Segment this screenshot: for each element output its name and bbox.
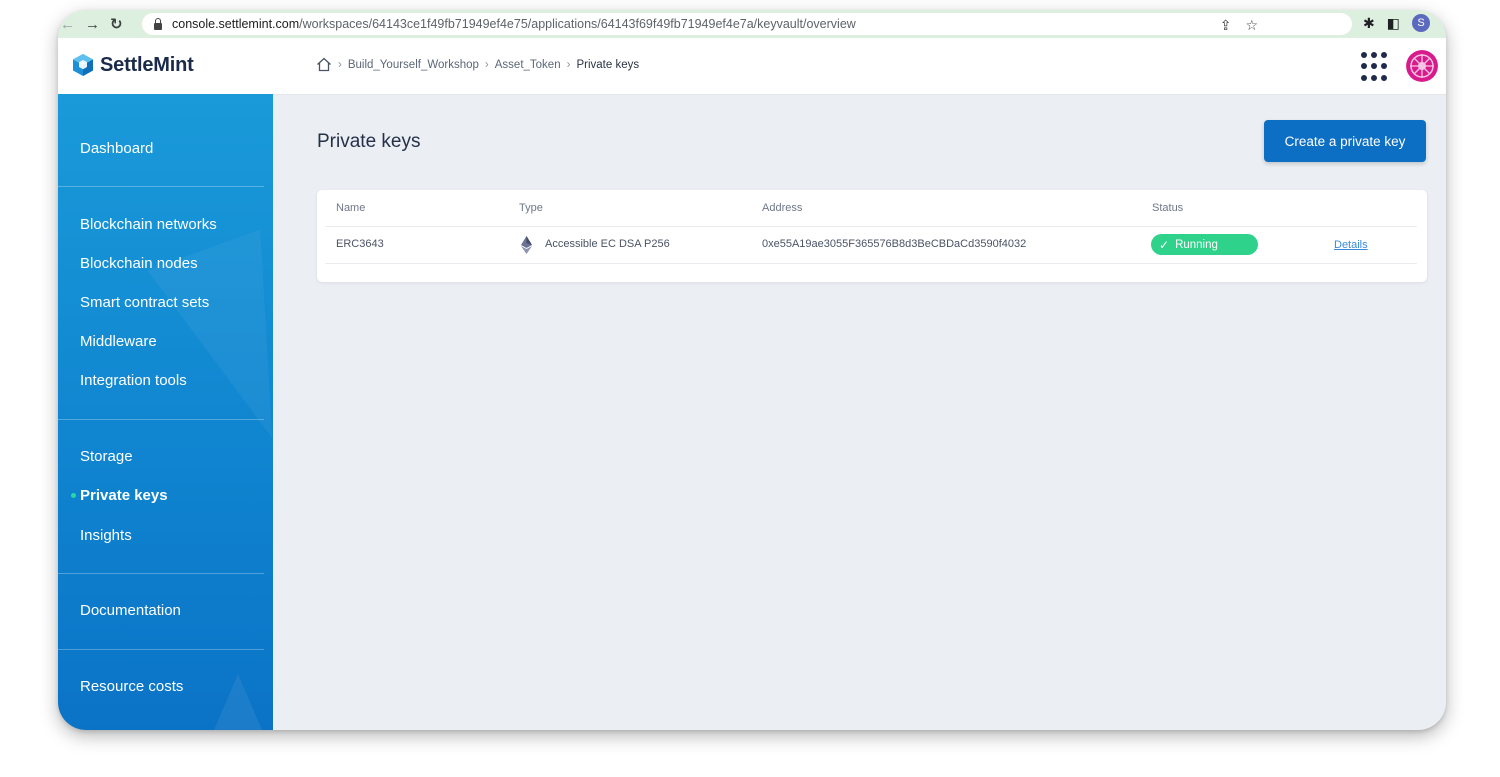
- key-type: Accessible EC DSA P256: [545, 238, 670, 250]
- column-header-name: Name: [336, 202, 366, 214]
- column-header-type: Type: [519, 202, 543, 214]
- column-header-address: Address: [762, 202, 803, 214]
- bookmark-star-icon[interactable]: ☆: [1245, 17, 1258, 34]
- status-badge: ✓ Running: [1151, 234, 1258, 255]
- sidebar-item-middleware[interactable]: Middleware: [80, 333, 157, 350]
- check-icon: ✓: [1159, 237, 1170, 252]
- sidebar-item-documentation[interactable]: Documentation: [80, 602, 181, 619]
- app-window: ← → ↻ console.settlemint.com/workspaces/…: [58, 10, 1446, 730]
- address-bar-actions: ⇪ ☆: [1220, 17, 1258, 34]
- settlemint-logo[interactable]: SettleMint: [72, 53, 194, 77]
- back-icon[interactable]: ←: [60, 17, 75, 32]
- sidebar-divider: [58, 649, 264, 650]
- url-text[interactable]: console.settlemint.com/workspaces/64143c…: [172, 17, 856, 31]
- details-link[interactable]: Details: [1334, 239, 1368, 251]
- sidebar-item-storage[interactable]: Storage: [80, 448, 133, 465]
- logo-text: SettleMint: [100, 53, 194, 76]
- reload-icon[interactable]: ↻: [110, 17, 123, 32]
- browser-toolbar: ← → ↻ console.settlemint.com/workspaces/…: [58, 10, 1446, 38]
- sidebar-item-private-keys[interactable]: Private keys: [80, 487, 168, 504]
- lock-icon: [154, 17, 162, 30]
- sidebar-divider: [58, 186, 264, 187]
- sidebar-item-insights[interactable]: Insights: [80, 527, 132, 544]
- table-row[interactable]: ERC3643 Accessible EC DSA P256 0xe55A19a…: [325, 227, 1417, 264]
- home-icon[interactable]: [316, 57, 332, 72]
- breadcrumb-separator: ›: [338, 58, 342, 71]
- sidebar-divider: [58, 419, 264, 420]
- profile-avatar[interactable]: S: [1412, 14, 1430, 32]
- side-panel-icon[interactable]: ◧: [1387, 15, 1400, 32]
- ethereum-icon: [521, 236, 532, 254]
- key-name: ERC3643: [336, 238, 384, 250]
- column-header-status: Status: [1152, 202, 1184, 214]
- extensions-puzzle-icon[interactable]: ✱: [1363, 15, 1375, 32]
- breadcrumb-application[interactable]: Asset_Token: [495, 59, 561, 71]
- app-header: SettleMint › Build_Yourself_Workshop › A…: [58, 38, 1446, 95]
- breadcrumb-separator: ›: [566, 58, 571, 71]
- active-indicator-dot: [71, 493, 76, 498]
- breadcrumb-current: Private keys: [576, 58, 640, 71]
- sidebar-item-resource-costs[interactable]: Resource costs: [80, 678, 183, 695]
- sidebar-divider: [58, 573, 264, 574]
- breadcrumb: › Build_Yourself_Workshop › Asset_Token …: [316, 57, 639, 72]
- browser-right-actions: ✱ ◧ S: [1363, 14, 1430, 32]
- sidebar-item-integration-tools[interactable]: Integration tools: [80, 372, 187, 389]
- sidebar-item-blockchain-nodes[interactable]: Blockchain nodes: [80, 255, 198, 272]
- settlemint-cube-icon: [73, 54, 93, 76]
- page-title: Private keys: [317, 131, 421, 152]
- status-text: Running: [1175, 238, 1218, 251]
- sidebar-item-dashboard[interactable]: Dashboard: [80, 140, 153, 157]
- apps-grid-icon[interactable]: [1361, 52, 1391, 82]
- url-host: console.settlemint.com: [172, 17, 300, 31]
- key-address: 0xe55A19ae3055F365576B8d3BeCBDaCd3590f40…: [762, 238, 1027, 250]
- private-keys-table: Name Type Address Status ERC3643 Accessi…: [317, 190, 1427, 282]
- sidebar-item-smart-contract-sets[interactable]: Smart contract sets: [80, 294, 209, 311]
- forward-icon[interactable]: →: [85, 17, 100, 32]
- address-bar[interactable]: console.settlemint.com/workspaces/64143c…: [142, 13, 1352, 35]
- share-icon[interactable]: ⇪: [1220, 17, 1232, 34]
- sidebar-item-blockchain-networks[interactable]: Blockchain networks: [80, 216, 217, 233]
- table-header: Name Type Address Status: [325, 190, 1417, 227]
- breadcrumb-separator: ›: [484, 58, 489, 71]
- sidebar: Dashboard Blockchain networks Blockchain…: [58, 94, 273, 730]
- user-avatar[interactable]: [1406, 50, 1438, 82]
- breadcrumb-workspace[interactable]: Build_Yourself_Workshop: [348, 59, 479, 71]
- create-private-key-button[interactable]: Create a private key: [1264, 120, 1426, 162]
- user-avatar-pattern-icon: [1406, 50, 1438, 82]
- url-path: /workspaces/64143ce1f49fb71949ef4e75/app…: [299, 17, 856, 31]
